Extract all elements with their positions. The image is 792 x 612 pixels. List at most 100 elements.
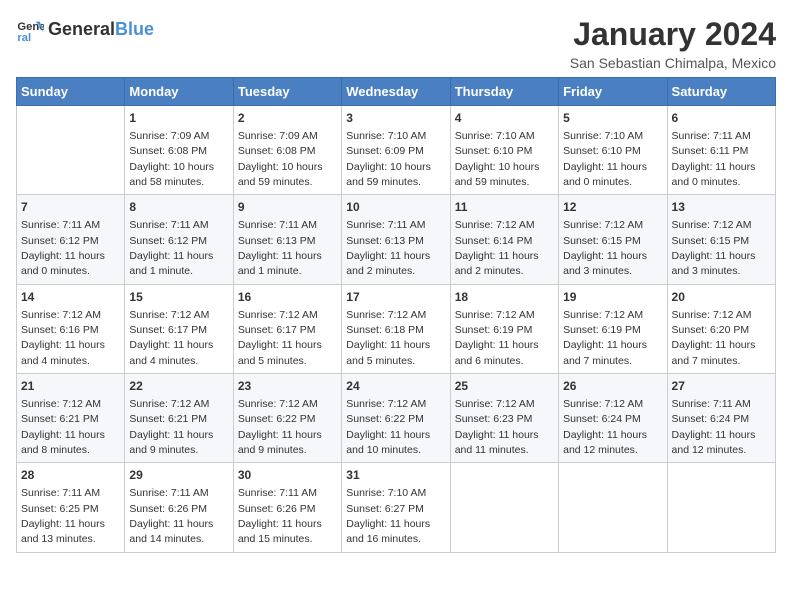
calendar-cell: 17 Sunrise: 7:12 AMSunset: 6:18 PMDayligh… <box>342 284 450 373</box>
day-number: 24 <box>346 378 445 395</box>
calendar-cell: 1Sunrise: 7:09 AMSunset: 6:08 PMDaylight… <box>125 106 233 195</box>
day-detail: Sunrise: 7:12 AMSunset: 6:18 PMDaylight:… <box>346 309 430 367</box>
calendar-cell: 20 Sunrise: 7:12 AMSunset: 6:20 PMDayligh… <box>667 284 775 373</box>
calendar-cell: 28 Sunrise: 7:11 AMSunset: 6:25 PMDayligh… <box>17 463 125 552</box>
calendar-cell: 9 Sunrise: 7:11 AMSunset: 6:13 PMDaylight… <box>233 195 341 284</box>
page-header: Gene ral GeneralBlue January 2024 San Se… <box>16 16 776 71</box>
day-number: 17 <box>346 289 445 306</box>
logo-text-blue: Blue <box>115 19 154 39</box>
weekday-header-tuesday: Tuesday <box>233 78 341 106</box>
day-detail: Sunrise: 7:10 AMSunset: 6:10 PMDaylight:… <box>455 130 540 188</box>
day-detail: Sunrise: 7:09 AMSunset: 6:08 PMDaylight:… <box>238 130 323 188</box>
day-number: 29 <box>129 467 228 484</box>
day-number: 10 <box>346 199 445 216</box>
calendar-week-row: 1 Sunrise: 7:09 AMSunset: 6:08 PMDaylight… <box>17 106 776 195</box>
calendar-cell: 30Sunrise: 7:11 AMSunset: 6:26 PMDayligh… <box>233 463 341 552</box>
day-number: 4 <box>455 110 554 127</box>
calendar-cell: 15Sunrise: 7:12 AMSunset: 6:17 PMDayligh… <box>125 284 233 373</box>
svg-text:ral: ral <box>17 32 31 44</box>
day-number: 16 <box>238 289 337 306</box>
calendar-cell: 10 Sunrise: 7:11 AMSunset: 6:13 PMDayligh… <box>342 195 450 284</box>
calendar-cell: 13 Sunrise: 7:12 AMSunset: 6:15 PMDayligh… <box>667 195 775 284</box>
calendar-cell: 27 Sunrise: 7:11 AMSunset: 6:24 PMDayligh… <box>667 374 775 463</box>
calendar-cell: 5Sunrise: 7:10 AMSunset: 6:10 PMDaylight… <box>559 106 667 195</box>
day-detail: Sunrise: 7:11 AMSunset: 6:12 PMDaylight:… <box>21 219 105 277</box>
day-number: 18 <box>455 289 554 306</box>
calendar-cell: 8 Sunrise: 7:11 AMSunset: 6:12 PMDaylight… <box>125 195 233 284</box>
weekday-header-row: SundayMondayTuesdayWednesdayThursdayFrid… <box>17 78 776 106</box>
day-number: 19 <box>563 289 662 306</box>
calendar-week-row: 21Sunrise: 7:12 AMSunset: 6:21 PMDayligh… <box>17 374 776 463</box>
calendar-table: SundayMondayTuesdayWednesdayThursdayFrid… <box>16 77 776 553</box>
day-detail: Sunrise: 7:11 AMSunset: 6:24 PMDaylight:… <box>672 398 756 456</box>
day-detail: Sunrise: 7:11 AMSunset: 6:12 PMDaylight:… <box>129 219 213 277</box>
logo: Gene ral GeneralBlue <box>16 16 154 44</box>
location-subtitle: San Sebastian Chimalpa, Mexico <box>570 55 776 71</box>
day-detail: Sunrise: 7:12 AMSunset: 6:15 PMDaylight:… <box>672 219 756 277</box>
day-detail: Sunrise: 7:11 AMSunset: 6:25 PMDaylight:… <box>21 487 105 545</box>
day-number: 2 <box>238 110 337 127</box>
day-number: 5 <box>563 110 662 127</box>
calendar-cell: 22 Sunrise: 7:12 AMSunset: 6:21 PMDayligh… <box>125 374 233 463</box>
day-detail: Sunrise: 7:12 AMSunset: 6:17 PMDaylight:… <box>238 309 322 367</box>
day-number: 13 <box>672 199 771 216</box>
day-detail: Sunrise: 7:11 AMSunset: 6:13 PMDaylight:… <box>238 219 322 277</box>
calendar-cell: 12Sunrise: 7:12 AMSunset: 6:15 PMDayligh… <box>559 195 667 284</box>
logo-text-general: General <box>48 19 115 39</box>
day-detail: Sunrise: 7:12 AMSunset: 6:21 PMDaylight:… <box>129 398 213 456</box>
day-detail: Sunrise: 7:12 AMSunset: 6:22 PMDaylight:… <box>346 398 430 456</box>
day-detail: Sunrise: 7:12 AMSunset: 6:24 PMDaylight:… <box>563 398 647 456</box>
calendar-cell: 23 Sunrise: 7:12 AMSunset: 6:22 PMDayligh… <box>233 374 341 463</box>
month-year-title: January 2024 <box>570 16 776 53</box>
day-number: 8 <box>129 199 228 216</box>
calendar-cell: 24 Sunrise: 7:12 AMSunset: 6:22 PMDayligh… <box>342 374 450 463</box>
day-detail: Sunrise: 7:10 AMSunset: 6:09 PMDaylight:… <box>346 130 431 188</box>
calendar-week-row: 7Sunrise: 7:11 AMSunset: 6:12 PMDaylight… <box>17 195 776 284</box>
calendar-week-row: 28 Sunrise: 7:11 AMSunset: 6:25 PMDayligh… <box>17 463 776 552</box>
weekday-header-sunday: Sunday <box>17 78 125 106</box>
day-number: 23 <box>238 378 337 395</box>
day-detail: Sunrise: 7:12 AMSunset: 6:22 PMDaylight:… <box>238 398 322 456</box>
calendar-cell: 2 Sunrise: 7:09 AMSunset: 6:08 PMDaylight… <box>233 106 341 195</box>
calendar-cell: 21Sunrise: 7:12 AMSunset: 6:21 PMDayligh… <box>17 374 125 463</box>
calendar-cell: 11 Sunrise: 7:12 AMSunset: 6:14 PMDayligh… <box>450 195 558 284</box>
weekday-header-monday: Monday <box>125 78 233 106</box>
day-detail: Sunrise: 7:12 AMSunset: 6:14 PMDaylight:… <box>455 219 539 277</box>
calendar-cell: 7Sunrise: 7:11 AMSunset: 6:12 PMDaylight… <box>17 195 125 284</box>
day-detail: Sunrise: 7:11 AMSunset: 6:11 PMDaylight:… <box>672 130 756 188</box>
day-number: 31 <box>346 467 445 484</box>
calendar-week-row: 14Sunrise: 7:12 AMSunset: 6:16 PMDayligh… <box>17 284 776 373</box>
calendar-cell <box>559 463 667 552</box>
day-detail: Sunrise: 7:12 AMSunset: 6:15 PMDaylight:… <box>563 219 647 277</box>
day-number: 26 <box>563 378 662 395</box>
day-number: 25 <box>455 378 554 395</box>
title-area: January 2024 San Sebastian Chimalpa, Mex… <box>570 16 776 71</box>
calendar-cell <box>667 463 775 552</box>
day-number: 6 <box>672 110 771 127</box>
day-number: 22 <box>129 378 228 395</box>
day-number: 3 <box>346 110 445 127</box>
day-number: 9 <box>238 199 337 216</box>
calendar-cell: 3 Sunrise: 7:10 AMSunset: 6:09 PMDaylight… <box>342 106 450 195</box>
calendar-cell <box>450 463 558 552</box>
weekday-header-friday: Friday <box>559 78 667 106</box>
day-detail: Sunrise: 7:11 AMSunset: 6:13 PMDaylight:… <box>346 219 430 277</box>
calendar-cell: 16 Sunrise: 7:12 AMSunset: 6:17 PMDayligh… <box>233 284 341 373</box>
day-number: 15 <box>129 289 228 306</box>
calendar-cell: 26 Sunrise: 7:12 AMSunset: 6:24 PMDayligh… <box>559 374 667 463</box>
day-detail: Sunrise: 7:10 AMSunset: 6:27 PMDaylight:… <box>346 487 430 545</box>
day-number: 20 <box>672 289 771 306</box>
calendar-cell: 31 Sunrise: 7:10 AMSunset: 6:27 PMDayligh… <box>342 463 450 552</box>
calendar-cell: 19 Sunrise: 7:12 AMSunset: 6:19 PMDayligh… <box>559 284 667 373</box>
day-detail: Sunrise: 7:12 AMSunset: 6:21 PMDaylight:… <box>21 398 105 456</box>
day-detail: Sunrise: 7:12 AMSunset: 6:20 PMDaylight:… <box>672 309 756 367</box>
weekday-header-thursday: Thursday <box>450 78 558 106</box>
day-number: 28 <box>21 467 120 484</box>
logo-icon: Gene ral <box>16 16 44 44</box>
day-detail: Sunrise: 7:12 AMSunset: 6:19 PMDaylight:… <box>563 309 647 367</box>
day-detail: Sunrise: 7:11 AMSunset: 6:26 PMDaylight:… <box>238 487 322 545</box>
day-number: 27 <box>672 378 771 395</box>
day-number: 1 <box>129 110 228 127</box>
calendar-cell: 6 Sunrise: 7:11 AMSunset: 6:11 PMDaylight… <box>667 106 775 195</box>
day-number: 11 <box>455 199 554 216</box>
